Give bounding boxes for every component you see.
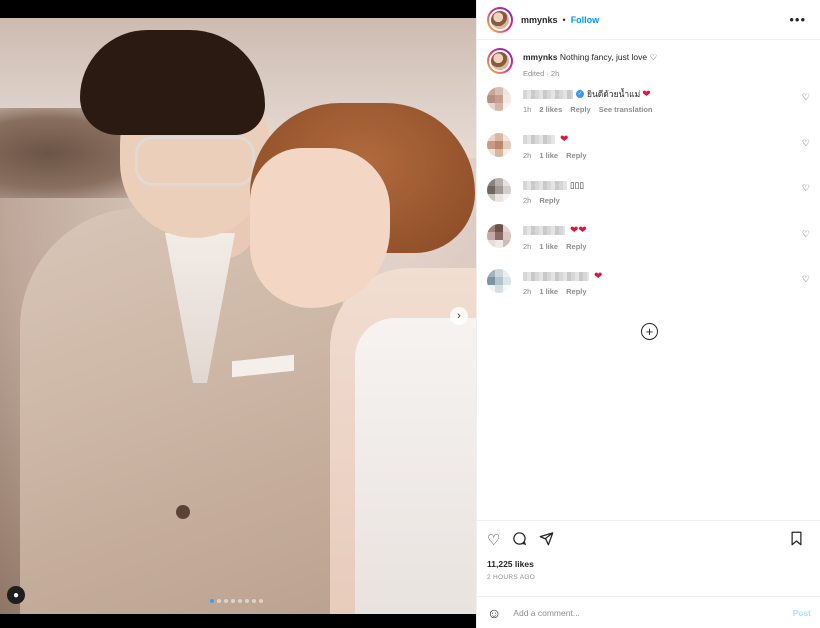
comment-username-blurred[interactable] (523, 135, 555, 144)
reply-button[interactable]: Reply (570, 105, 590, 114)
carousel-dot (210, 599, 214, 603)
comment-username-blurred[interactable] (523, 89, 573, 99)
caption-meta: Edited · 2h (523, 69, 560, 78)
plus-circle-icon[interactable]: + (641, 323, 658, 340)
comment-like-heart-icon[interactable]: ♡ (802, 92, 810, 103)
bookmark-icon[interactable] (790, 531, 803, 549)
carousel-dot (259, 599, 263, 603)
comment-like-heart-icon[interactable]: ♡ (802, 274, 810, 285)
comment-time: 1h (523, 105, 532, 114)
reply-button[interactable]: Reply (539, 196, 559, 205)
comment-item: ❤❤ 2h 1 like Reply ♡ (477, 223, 820, 269)
header-separator: • (562, 14, 566, 25)
glasses (135, 136, 255, 186)
top-letterbox (0, 0, 476, 18)
avatar[interactable] (487, 48, 513, 74)
avatar[interactable] (487, 178, 511, 202)
avatar[interactable] (487, 132, 511, 157)
emoji-icon[interactable]: ☺ (487, 605, 501, 621)
share-icon[interactable] (539, 531, 554, 549)
comment-text: ▯▯▯ (570, 179, 585, 190)
carousel-dot (252, 599, 256, 603)
comment-item: ✓ ยินดีด้วยน้ำแม่ ❤ 1h 2 likes Reply See… (477, 86, 820, 132)
avatar[interactable] (487, 223, 511, 248)
see-translation-button[interactable]: See translation (599, 105, 653, 114)
post-header: mmynks • Follow ••• (477, 0, 820, 40)
comment-time: 2h (523, 150, 532, 160)
comment-item: ❤ 2h 1 like Reply ♡ (477, 268, 820, 314)
comment-item: ❤ 2h 1 like Reply ♡ (477, 132, 820, 178)
comment-username-blurred[interactable] (523, 226, 565, 235)
user-tag-icon[interactable]: ● (7, 586, 25, 604)
carousel-dot (245, 599, 249, 603)
comment-time: 2h (523, 241, 532, 251)
comment-input[interactable] (513, 607, 764, 618)
comment-likes-link[interactable]: 1 like (539, 287, 558, 296)
comment-like-heart-icon[interactable]: ♡ (802, 138, 810, 149)
comment-time: 2h (523, 287, 532, 296)
add-comment-bar: ☺ Post (477, 596, 820, 628)
post-photo[interactable] (0, 18, 476, 614)
comment-item: ▯▯▯ 2h Reply ♡ (477, 177, 820, 223)
follow-button[interactable]: Follow (571, 15, 600, 25)
comment-like-heart-icon[interactable]: ♡ (802, 183, 810, 194)
more-options-icon[interactable]: ••• (789, 12, 806, 27)
carousel-dot (224, 599, 228, 603)
reply-button[interactable]: Reply (566, 287, 586, 296)
post-timestamp: 2 HOURS AGO (487, 574, 536, 581)
avatar[interactable] (487, 87, 511, 111)
avatar[interactable] (487, 6, 513, 33)
reply-button[interactable]: Reply (566, 242, 586, 251)
avatar[interactable] (487, 269, 511, 293)
post-button[interactable]: Post (793, 608, 811, 618)
comment-likes-link[interactable]: 1 like (539, 242, 558, 251)
bottom-letterbox (0, 614, 476, 628)
header-username[interactable]: mmynks (521, 15, 558, 25)
instagram-post-view: › ● mmynks • Follow ••• mmynks Nothing f… (0, 0, 820, 628)
verified-badge-icon: ✓ (576, 90, 584, 98)
likes-count[interactable]: 11,225 likes (477, 551, 820, 569)
comment-username-blurred[interactable] (523, 271, 589, 281)
comment-likes-link[interactable]: 1 like (539, 151, 558, 160)
carousel-dot (238, 599, 242, 603)
carousel-dot (231, 599, 235, 603)
comment-like-heart-icon[interactable]: ♡ (802, 229, 810, 240)
post-actions: ♡ 11,225 likes 2 HOURS AGO ☺ Post (477, 520, 820, 628)
comment-emoji: ❤ (642, 88, 651, 100)
comment-time: 2h (523, 196, 532, 205)
comment-emoji: ❤❤ (570, 225, 587, 236)
comment-icon[interactable] (512, 531, 527, 549)
carousel-indicator (210, 599, 263, 603)
white-dress (355, 318, 476, 614)
comment-likes-link[interactable]: 2 likes (539, 105, 562, 114)
post-side-panel: mmynks • Follow ••• mmynks Nothing fancy… (476, 0, 820, 628)
comment-username-blurred[interactable] (523, 180, 567, 190)
caption-text: Nothing fancy, just love ♡ (559, 52, 658, 62)
carousel-dot (217, 599, 221, 603)
comment-emoji: ❤ (594, 270, 603, 282)
reply-button[interactable]: Reply (566, 151, 586, 160)
comment-emoji: ❤ (560, 134, 569, 145)
chevron-right-icon[interactable]: › (450, 307, 468, 325)
heart-icon[interactable]: ♡ (487, 533, 500, 548)
caption-username[interactable]: mmynks (523, 52, 558, 62)
comment-text: ยินดีด้วยน้ำแม่ (587, 89, 641, 99)
post-caption: mmynks Nothing fancy, just love ♡ Edited… (477, 40, 820, 86)
